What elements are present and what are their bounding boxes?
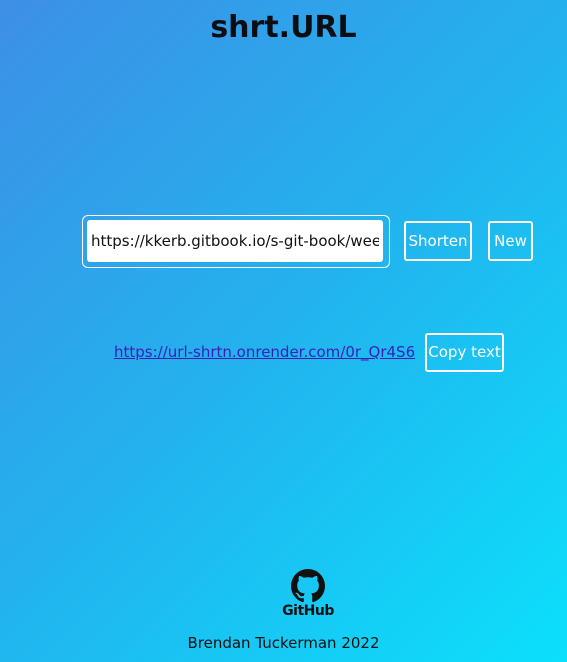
page-title: shrt.URL: [210, 10, 357, 45]
github-link[interactable]: GitHub: [276, 569, 340, 619]
url-input[interactable]: [87, 220, 383, 262]
shorten-button[interactable]: Shorten: [404, 221, 472, 261]
github-icon: [291, 569, 325, 603]
url-input-container: [82, 215, 390, 268]
copy-text-button[interactable]: Copy text: [425, 333, 504, 372]
footer-credit: Brendan Tuckerman 2022: [187, 634, 380, 652]
short-url-link[interactable]: https://url-shrtn.onrender.com/0r_Qr4S6: [114, 343, 415, 361]
new-button[interactable]: New: [488, 221, 533, 261]
github-label: GitHub: [282, 603, 334, 619]
